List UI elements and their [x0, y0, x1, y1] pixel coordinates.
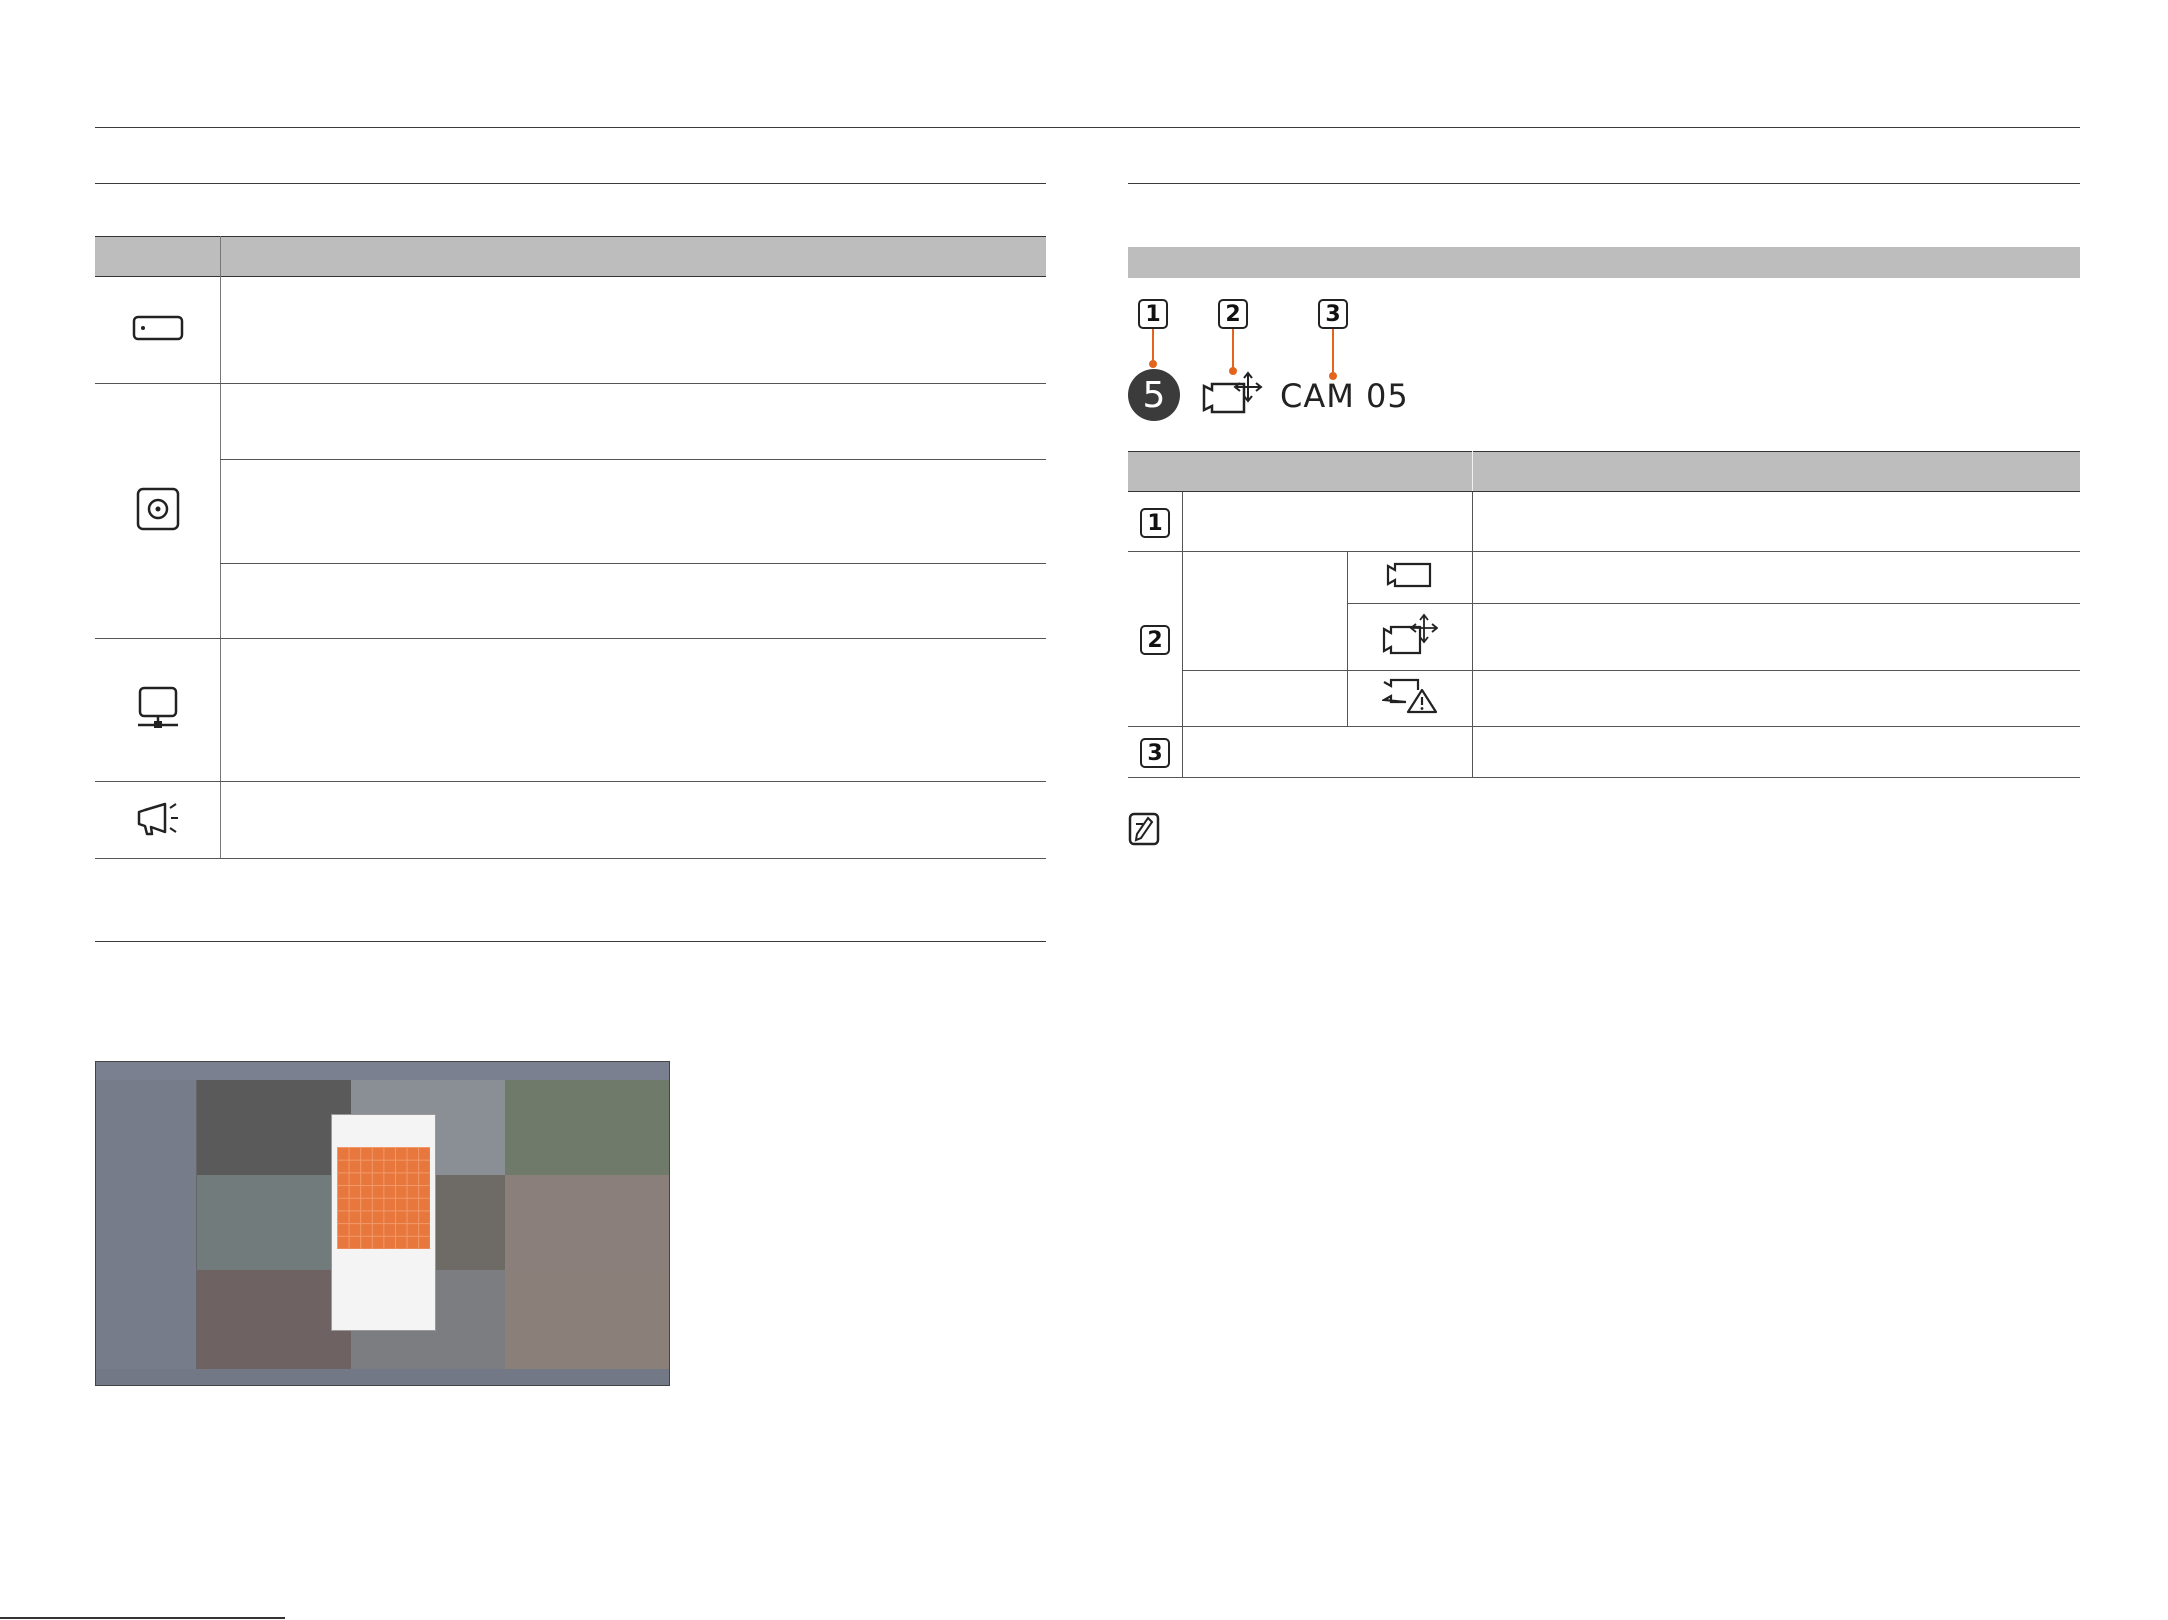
- table-row: [1348, 671, 1472, 726]
- camera-ptz-icon: [1382, 613, 1439, 662]
- table-header: [1128, 451, 2080, 491]
- table-row-badge: 2: [1140, 625, 1170, 655]
- table-row: [95, 782, 220, 858]
- callout-badge: 1: [1138, 299, 1168, 329]
- alarm-speaker-icon: [135, 798, 181, 843]
- callout-badge: 2: [1218, 299, 1248, 329]
- right-header-bar: [1128, 247, 2080, 278]
- camera-icon: [1386, 560, 1434, 595]
- table-row-badge: 1: [1140, 508, 1170, 538]
- left-section-rule-2: [95, 941, 1046, 942]
- camera-ptz-icon: [1202, 370, 1264, 421]
- page-top-rule: [95, 127, 2080, 128]
- left-section-rule: [95, 183, 1046, 184]
- table-row: [95, 277, 220, 383]
- nvr-monitoring-screenshot: [95, 1061, 670, 1386]
- callout-badge: 3: [1318, 299, 1348, 329]
- network-icon: [136, 686, 180, 735]
- channel-number-badge: 5: [1128, 369, 1180, 421]
- camera-warning-icon: [1380, 678, 1438, 719]
- table-header: [95, 236, 1046, 276]
- table-row: [95, 639, 220, 781]
- table-row: [1348, 604, 1472, 670]
- table-row-badge: 3: [1140, 738, 1170, 768]
- right-section-rule: [1128, 183, 2080, 184]
- camera-name: CAM 05: [1280, 377, 1409, 415]
- footer-rule: [0, 1617, 285, 1619]
- hdd-icon: [132, 315, 184, 346]
- note-icon: [1128, 812, 1160, 851]
- table-row: [95, 384, 220, 638]
- table-row: [1348, 552, 1472, 603]
- disc-icon: [136, 487, 180, 536]
